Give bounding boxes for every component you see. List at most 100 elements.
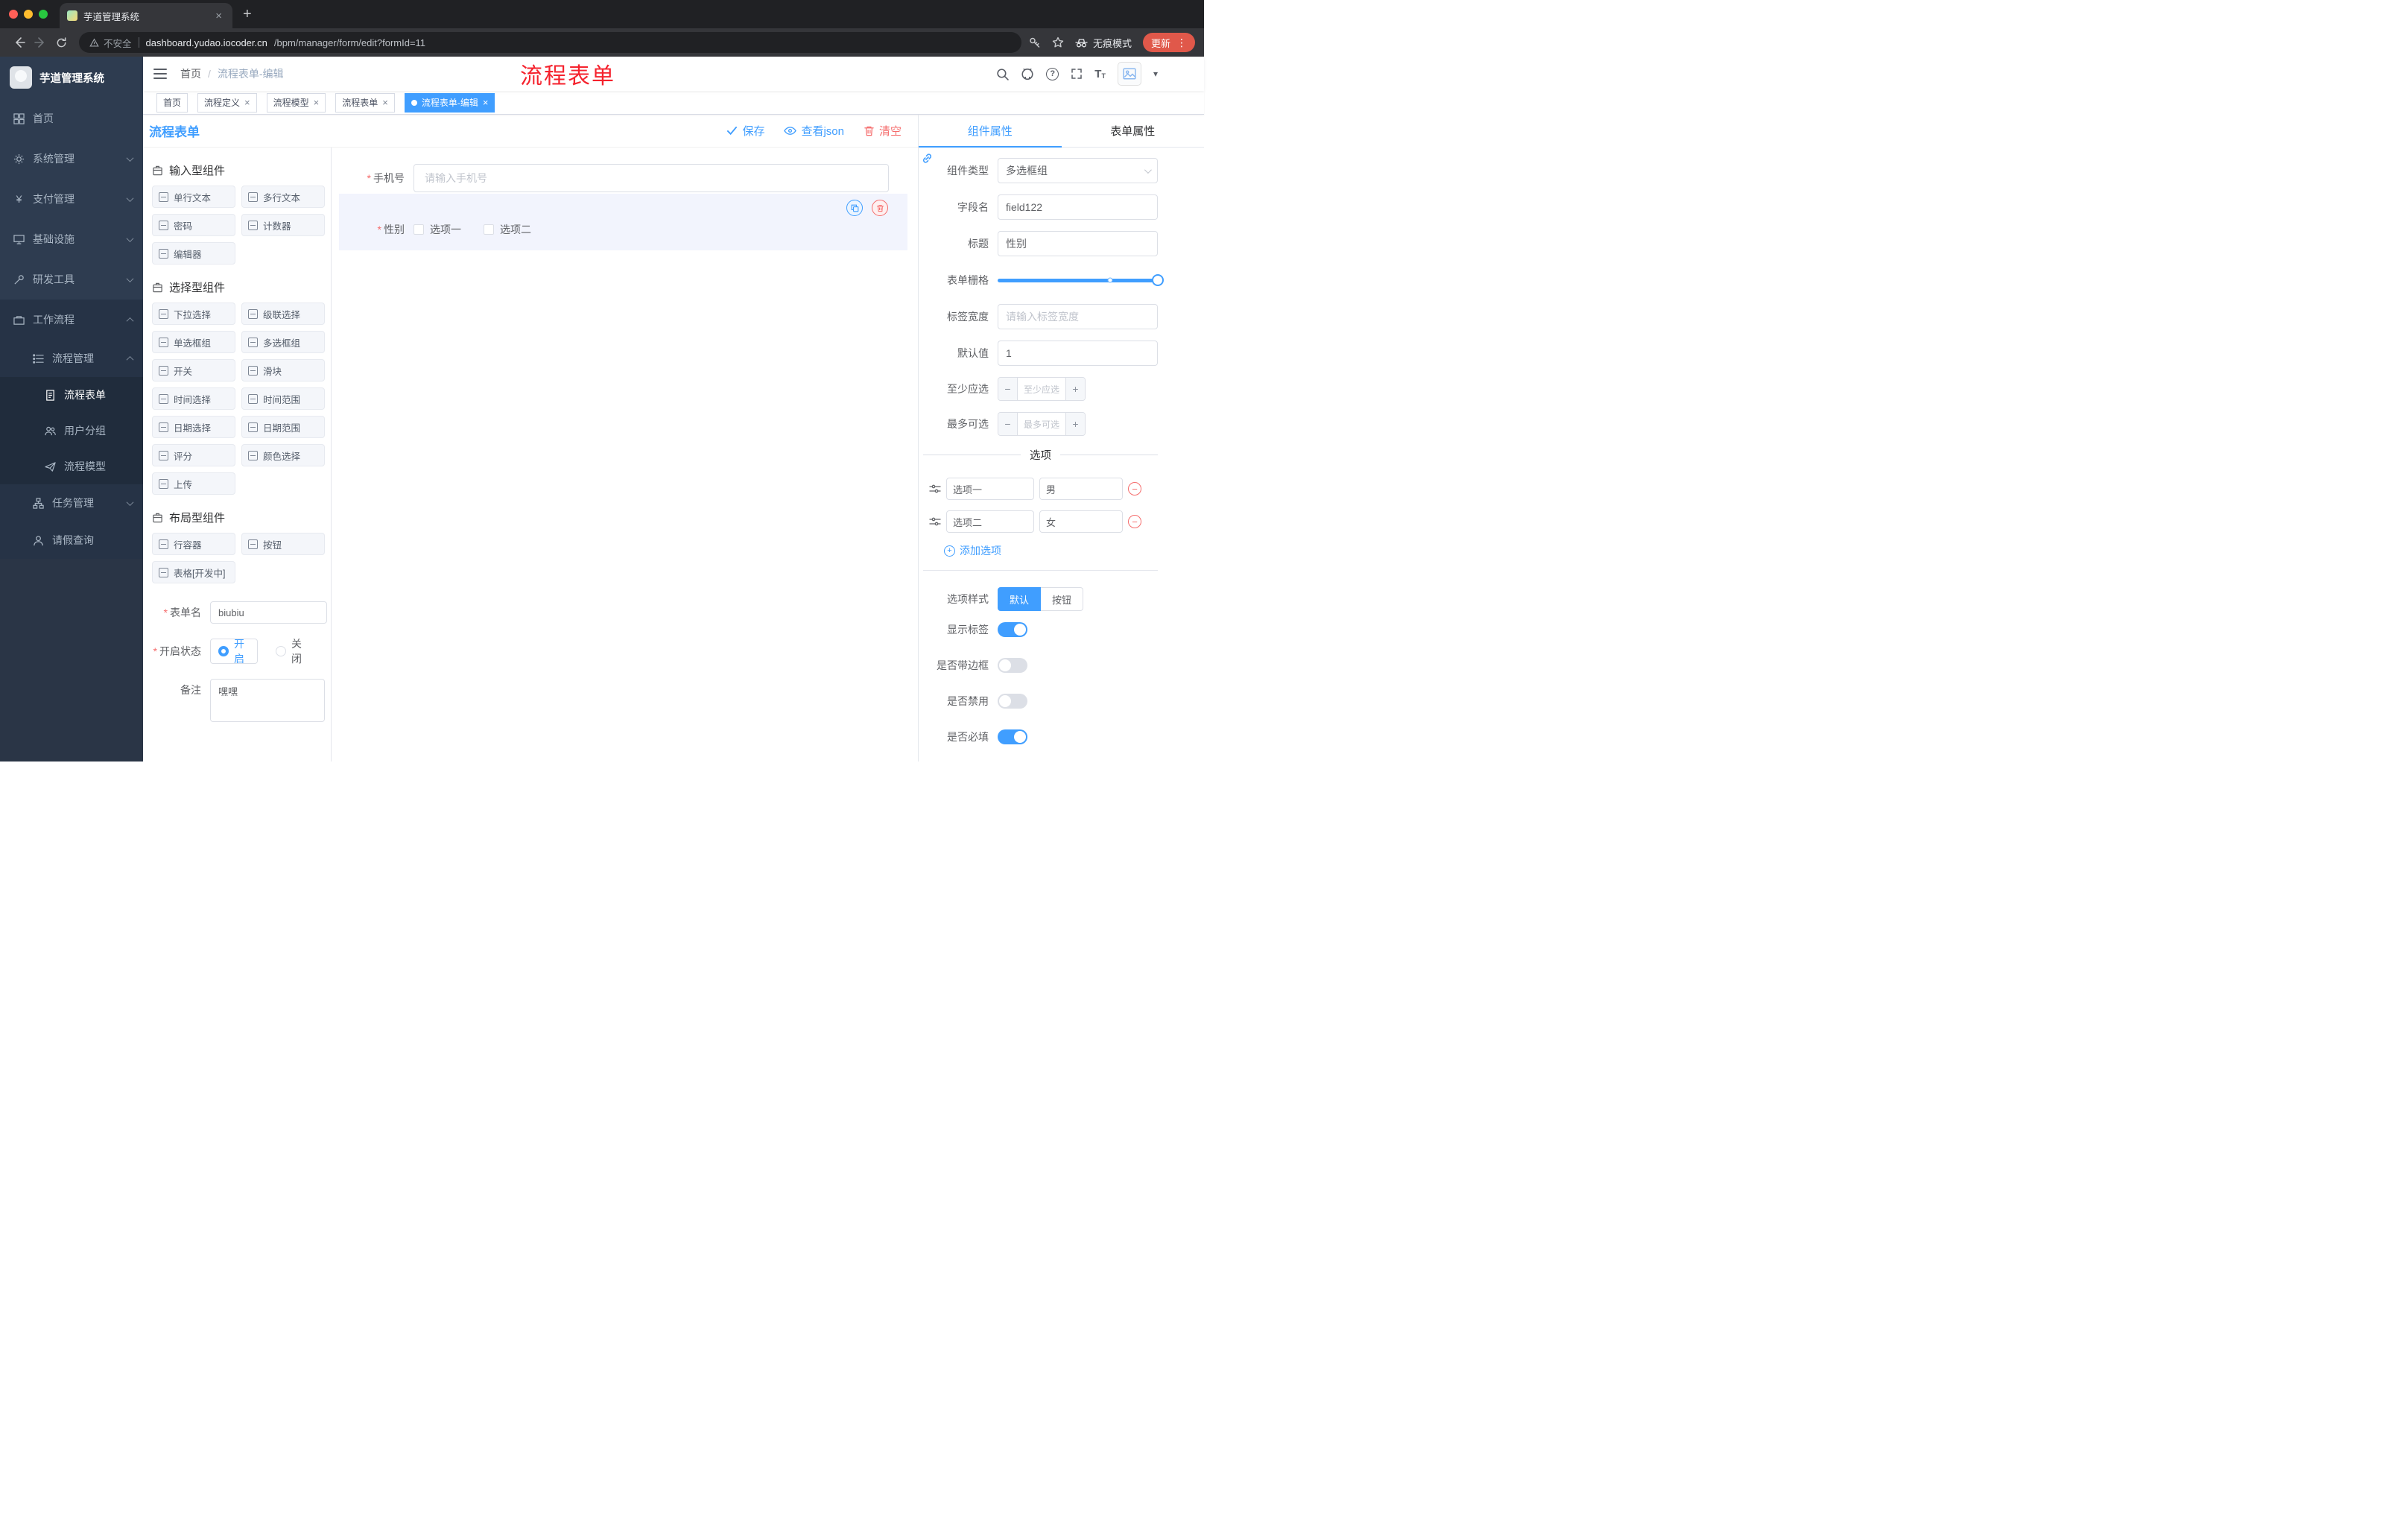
chip-slider[interactable]: 滑块: [241, 359, 325, 381]
max-select-value[interactable]: 最多可选: [1018, 413, 1065, 435]
radio-status-off[interactable]: 关闭: [276, 636, 307, 666]
tag-close-icon[interactable]: ×: [483, 98, 489, 107]
sidebar-item-process-mgmt[interactable]: 流程管理: [0, 340, 143, 377]
tab-form-props[interactable]: 表单属性: [1062, 115, 1205, 147]
delete-field-button[interactable]: [872, 200, 888, 216]
browser-update-button[interactable]: 更新 ⋮: [1142, 33, 1195, 52]
sidebar-item-process-form[interactable]: 流程表单: [0, 377, 143, 413]
tag-close-icon[interactable]: ×: [382, 98, 388, 107]
option-value-input[interactable]: [1039, 510, 1123, 533]
sidebar-item-leave-query[interactable]: 请假查询: [0, 522, 143, 559]
chip-checkbox-group[interactable]: 多选框组: [241, 331, 325, 353]
browser-tab[interactable]: 芋道管理系统 ×: [60, 3, 232, 28]
component-type-select[interactable]: 多选框组: [998, 158, 1158, 183]
label-width-input[interactable]: [998, 304, 1158, 329]
chip-date-range[interactable]: 日期范围: [241, 416, 325, 438]
sidebar-item-user-groups[interactable]: 用户分组: [0, 413, 143, 449]
font-size-icon[interactable]: TT: [1094, 69, 1106, 80]
chip-switch[interactable]: 开关: [152, 359, 235, 381]
title-input[interactable]: [998, 231, 1158, 256]
chip-row-container[interactable]: 行容器: [152, 533, 235, 555]
view-json-button[interactable]: 查看json: [784, 123, 844, 139]
chip-table[interactable]: 表格[开发中]: [152, 561, 235, 583]
checkbox[interactable]: [484, 224, 494, 235]
sidebar-item-home[interactable]: 首页: [0, 98, 143, 139]
chip-time-range[interactable]: 时间范围: [241, 387, 325, 410]
phone-input[interactable]: [414, 164, 889, 192]
sidebar-item-process-model[interactable]: 流程模型: [0, 449, 143, 484]
chip-counter[interactable]: 计数器: [241, 214, 325, 236]
new-tab-button[interactable]: +: [243, 7, 252, 22]
search-icon[interactable]: [996, 68, 1010, 80]
forward-icon[interactable]: [30, 32, 51, 53]
gender-option-1[interactable]: 选项一: [414, 222, 461, 237]
clear-button[interactable]: 清空: [864, 123, 902, 139]
tag-close-icon[interactable]: ×: [314, 98, 320, 107]
user-avatar[interactable]: [1117, 62, 1141, 86]
slider-handle[interactable]: [1152, 274, 1164, 286]
decrement-button[interactable]: −: [998, 378, 1018, 400]
sidebar-item-workflow[interactable]: 工作流程: [0, 300, 143, 340]
sidebar-toggle-icon[interactable]: [153, 69, 167, 79]
copy-field-button[interactable]: [846, 200, 863, 216]
chip-rate[interactable]: 评分: [152, 444, 235, 466]
tag-home[interactable]: 首页: [156, 92, 188, 113]
chip-multi-line-text[interactable]: 多行文本: [241, 186, 325, 208]
add-option-button[interactable]: + 添加选项: [923, 543, 1158, 558]
default-value-input[interactable]: [998, 341, 1158, 366]
tag-process-definition[interactable]: 流程定义 ×: [197, 92, 257, 113]
window-minimize-button[interactable]: [24, 10, 33, 19]
chip-dropdown[interactable]: 下拉选择: [152, 303, 235, 325]
drag-handle-icon[interactable]: [929, 516, 941, 528]
tab-close-icon[interactable]: ×: [212, 9, 225, 23]
help-icon[interactable]: ?: [1046, 67, 1059, 80]
decrement-button[interactable]: −: [998, 413, 1018, 435]
bookmark-star-icon[interactable]: [1052, 37, 1064, 48]
tag-process-form-edit[interactable]: 流程表单-编辑 ×: [404, 92, 495, 113]
grid-slider[interactable]: [998, 267, 1164, 293]
radio-status-on[interactable]: 开启: [210, 638, 258, 665]
breadcrumb-home[interactable]: 首页: [180, 66, 201, 81]
user-menu-caret-icon[interactable]: ▾: [1153, 69, 1158, 79]
increment-button[interactable]: +: [1065, 378, 1085, 400]
sidebar-item-infra[interactable]: 基础设施: [0, 219, 143, 259]
link-anchor-icon[interactable]: [921, 152, 934, 165]
chip-cascader[interactable]: 级联选择: [241, 303, 325, 325]
style-default-button[interactable]: 默认: [998, 587, 1042, 611]
canvas-field-gender-selected[interactable]: * 性别 选项一 选项二: [339, 194, 907, 250]
min-select-value[interactable]: 至少应选: [1018, 378, 1065, 400]
required-toggle[interactable]: [998, 729, 1027, 744]
show-label-toggle[interactable]: [998, 622, 1027, 637]
chip-time-picker[interactable]: 时间选择: [152, 387, 235, 410]
chip-single-line-text[interactable]: 单行文本: [152, 186, 235, 208]
chip-color-picker[interactable]: 颜色选择: [241, 444, 325, 466]
tag-process-model[interactable]: 流程模型 ×: [266, 92, 326, 113]
tag-close-icon[interactable]: ×: [244, 98, 250, 107]
remove-option-button[interactable]: −: [1128, 482, 1141, 495]
drag-handle-icon[interactable]: [929, 483, 941, 495]
style-button-button[interactable]: 按钮: [1041, 587, 1084, 611]
reload-icon[interactable]: [51, 32, 72, 53]
security-status[interactable]: 不安全: [89, 36, 132, 50]
save-button[interactable]: 保存: [726, 123, 764, 139]
tab-component-props[interactable]: 组件属性: [919, 115, 1062, 148]
chip-password[interactable]: 密码: [152, 214, 235, 236]
password-key-icon[interactable]: [1029, 37, 1041, 48]
increment-button[interactable]: +: [1065, 413, 1085, 435]
option-label-input[interactable]: [946, 478, 1034, 500]
chip-editor[interactable]: 编辑器: [152, 242, 235, 265]
browser-menu-icon[interactable]: ⋮: [1176, 37, 1187, 49]
border-toggle[interactable]: [998, 658, 1027, 673]
canvas-field-phone[interactable]: * 手机号: [339, 164, 907, 192]
form-remark-textarea[interactable]: 嘿嘿: [210, 679, 325, 722]
sidebar-logo[interactable]: 芋道管理系统: [0, 57, 143, 98]
window-close-button[interactable]: [9, 10, 18, 19]
chip-button[interactable]: 按钮: [241, 533, 325, 555]
github-icon[interactable]: [1021, 67, 1034, 80]
window-zoom-button[interactable]: [39, 10, 48, 19]
back-icon[interactable]: [9, 32, 30, 53]
fullscreen-icon[interactable]: [1071, 68, 1083, 80]
field-name-input[interactable]: [998, 194, 1158, 220]
gender-option-2[interactable]: 选项二: [484, 222, 531, 237]
disabled-toggle[interactable]: [998, 694, 1027, 709]
